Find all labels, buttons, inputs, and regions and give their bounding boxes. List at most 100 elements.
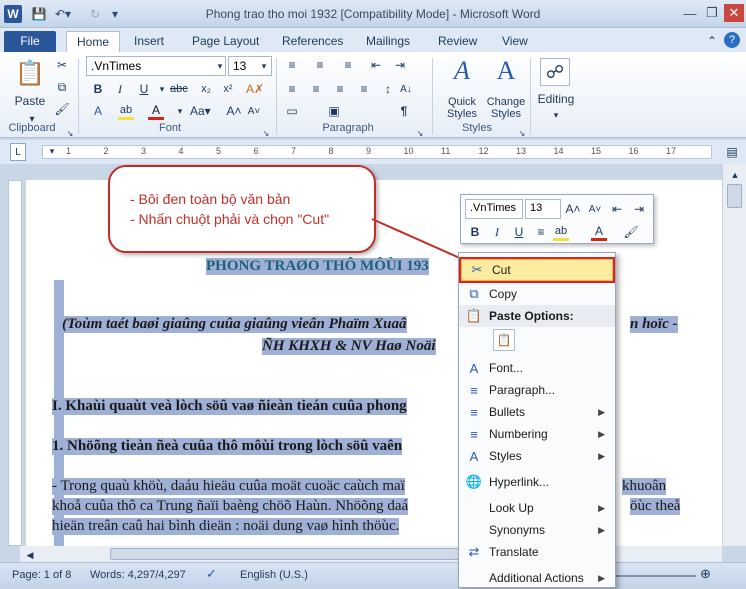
help-icon[interactable]: ? — [724, 32, 740, 48]
indent-marker-icon[interactable]: ▾ — [44, 142, 60, 160]
underline-icon[interactable]: U — [136, 80, 152, 98]
minimize-icon[interactable]: — — [680, 4, 700, 22]
font-color-icon[interactable]: A — [148, 102, 164, 120]
mini-underline-icon[interactable]: U — [511, 223, 527, 241]
borders-icon[interactable]: ▣ — [326, 102, 342, 120]
menu-item-paragraph[interactable]: ≡ Paragraph... — [459, 379, 615, 401]
cut-icon[interactable]: ✂ — [54, 56, 70, 74]
menu-item-translate[interactable]: ⇄ Translate — [459, 541, 615, 563]
mini-font-color-icon[interactable]: A — [591, 223, 607, 241]
vertical-scrollbar[interactable]: ▲ — [722, 164, 746, 546]
horizontal-ruler[interactable]: L ▾ ▤ 1 2 3 4 5 6 7 8 9 10 11 12 13 14 15 16 17 — [0, 140, 746, 164]
copy-icon[interactable]: ⧉ — [54, 78, 70, 96]
word-count[interactable]: Words: 4,297/4,297 — [90, 569, 186, 581]
menu-item-bullets[interactable]: ≡ Bullets ▶ — [459, 401, 615, 423]
menu-item-cut[interactable]: ✂ Cut — [459, 257, 615, 283]
menu-item-synonyms[interactable]: Synonyms ▶ — [459, 519, 615, 541]
shading-icon[interactable]: ▭ — [284, 102, 300, 120]
subscript-icon[interactable]: x₂ — [198, 80, 214, 98]
menu-item-copy[interactable]: ⧉ Copy — [459, 283, 615, 305]
tab-page-layout[interactable]: Page Layout — [182, 31, 269, 52]
italic-icon[interactable]: I — [112, 80, 128, 98]
increase-indent-icon[interactable]: ⇥ — [392, 56, 408, 74]
mini-shrink-font-icon[interactable]: A˅ — [587, 200, 603, 218]
mini-center-icon[interactable]: ≡ — [533, 223, 549, 241]
bullets-icon[interactable]: ≡ — [284, 56, 300, 74]
menu-item-numbering[interactable]: ≡ Numbering ▶ — [459, 423, 615, 445]
tab-file[interactable]: File — [4, 31, 56, 52]
change-styles-icon[interactable]: A — [490, 56, 522, 86]
strikethrough-icon[interactable]: abc — [170, 80, 188, 98]
highlight-icon[interactable]: ab — [118, 102, 134, 120]
line-spacing-icon[interactable]: ↕ — [380, 80, 396, 98]
mini-bold-icon[interactable]: B — [467, 223, 483, 241]
change-styles-button[interactable]: Change Styles — [484, 92, 528, 124]
menu-item-additional-actions[interactable]: Additional Actions ▶ — [459, 567, 615, 589]
sort-icon[interactable]: A↓ — [398, 80, 414, 98]
page-count[interactable]: Page: 1 of 8 — [12, 569, 71, 581]
change-case-icon[interactable]: Aa▾ — [190, 102, 211, 120]
tab-references[interactable]: References — [272, 31, 353, 52]
binoculars-icon[interactable]: ☍ — [540, 58, 570, 86]
paste-keep-text-icon[interactable]: 📋 — [493, 329, 515, 351]
menu-item-look-up[interactable]: Look Up ▶ — [459, 497, 615, 519]
font-name-combo[interactable]: .VnTimes — [86, 56, 226, 76]
tab-mailings[interactable]: Mailings — [356, 31, 420, 52]
callout-line2: - Nhấn chuột phải và chọn "Cut" — [130, 211, 330, 227]
format-painter-icon[interactable]: 🖌 — [54, 100, 70, 118]
mini-format-painter-icon[interactable]: 🖌 — [623, 223, 639, 241]
mini-font-combo[interactable]: .VnTimes — [465, 199, 523, 219]
mini-size-combo[interactable]: 13 — [525, 199, 561, 219]
mini-grow-font-icon[interactable]: A˄ — [565, 200, 581, 218]
font-color-dropdown-icon[interactable]: ▾ — [172, 102, 188, 120]
horizontal-scroll-thumb[interactable] — [110, 548, 470, 560]
clear-formatting-icon[interactable]: A✗ — [246, 80, 264, 98]
quick-styles-button[interactable]: Quick Styles — [442, 92, 482, 124]
underline-dropdown-icon[interactable]: ▾ — [154, 80, 170, 98]
mini-highlight-icon[interactable]: ab — [553, 223, 569, 241]
text-effects-icon[interactable]: A — [90, 102, 106, 120]
hyperlink-icon: 🌐 — [465, 474, 483, 489]
tab-selector-icon[interactable]: L — [10, 143, 26, 161]
tab-insert[interactable]: Insert — [124, 31, 174, 52]
quick-styles-icon[interactable]: A — [446, 56, 478, 86]
show-formatting-icon[interactable]: ¶ — [396, 102, 412, 120]
close-icon[interactable]: ✕ — [724, 4, 744, 22]
horizontal-scrollbar[interactable]: ◀ — [20, 546, 722, 562]
multilevel-list-icon[interactable]: ≡ — [340, 56, 356, 74]
vertical-ruler[interactable] — [8, 180, 22, 546]
bold-icon[interactable]: B — [90, 80, 106, 98]
view-ruler-icon[interactable]: ▤ — [724, 143, 740, 161]
paste-button[interactable]: Paste — [12, 92, 48, 110]
vertical-scroll-thumb[interactable] — [727, 184, 742, 208]
font-size-dropdown-icon[interactable]: ▾ — [256, 57, 272, 75]
tab-view[interactable]: View — [492, 31, 538, 52]
editing-dropdown-icon[interactable]: ▾ — [548, 106, 564, 124]
tab-review[interactable]: Review — [428, 31, 487, 52]
zoom-in-icon[interactable]: ⊕ — [700, 566, 711, 582]
shrink-font-icon[interactable]: A˅ — [246, 102, 262, 120]
font-name-dropdown-icon[interactable]: ▾ — [212, 57, 228, 75]
menu-item-hyperlink[interactable]: 🌐 Hyperlink... — [459, 471, 615, 493]
menu-item-styles[interactable]: A Styles ▶ — [459, 445, 615, 467]
restore-icon[interactable]: ❐ — [702, 4, 722, 22]
superscript-icon[interactable]: x² — [220, 80, 236, 98]
mini-decrease-indent-icon[interactable]: ⇤ — [609, 200, 625, 218]
decrease-indent-icon[interactable]: ⇤ — [368, 56, 384, 74]
minimize-ribbon-icon[interactable]: ⌃ — [704, 32, 720, 50]
align-left-icon[interactable]: ≡ — [284, 80, 300, 98]
align-right-icon[interactable]: ≡ — [332, 80, 348, 98]
mini-increase-indent-icon[interactable]: ⇥ — [631, 200, 647, 218]
mini-italic-icon[interactable]: I — [489, 223, 505, 241]
menu-item-font[interactable]: A Font... — [459, 357, 615, 379]
scroll-up-icon[interactable]: ▲ — [727, 166, 743, 184]
grow-font-icon[interactable]: A˄ — [226, 102, 242, 120]
paste-icon[interactable]: 📋 — [14, 58, 46, 88]
language[interactable]: English (U.S.) — [240, 569, 308, 581]
submenu-arrow-icon: ▶ — [598, 406, 605, 417]
numbering-icon[interactable]: ≡ — [312, 56, 328, 74]
tab-home[interactable]: Home — [66, 31, 121, 52]
justify-icon[interactable]: ≡ — [356, 80, 372, 98]
align-center-icon[interactable]: ≡ — [308, 80, 324, 98]
proofing-icon[interactable]: ✓ — [206, 566, 217, 582]
